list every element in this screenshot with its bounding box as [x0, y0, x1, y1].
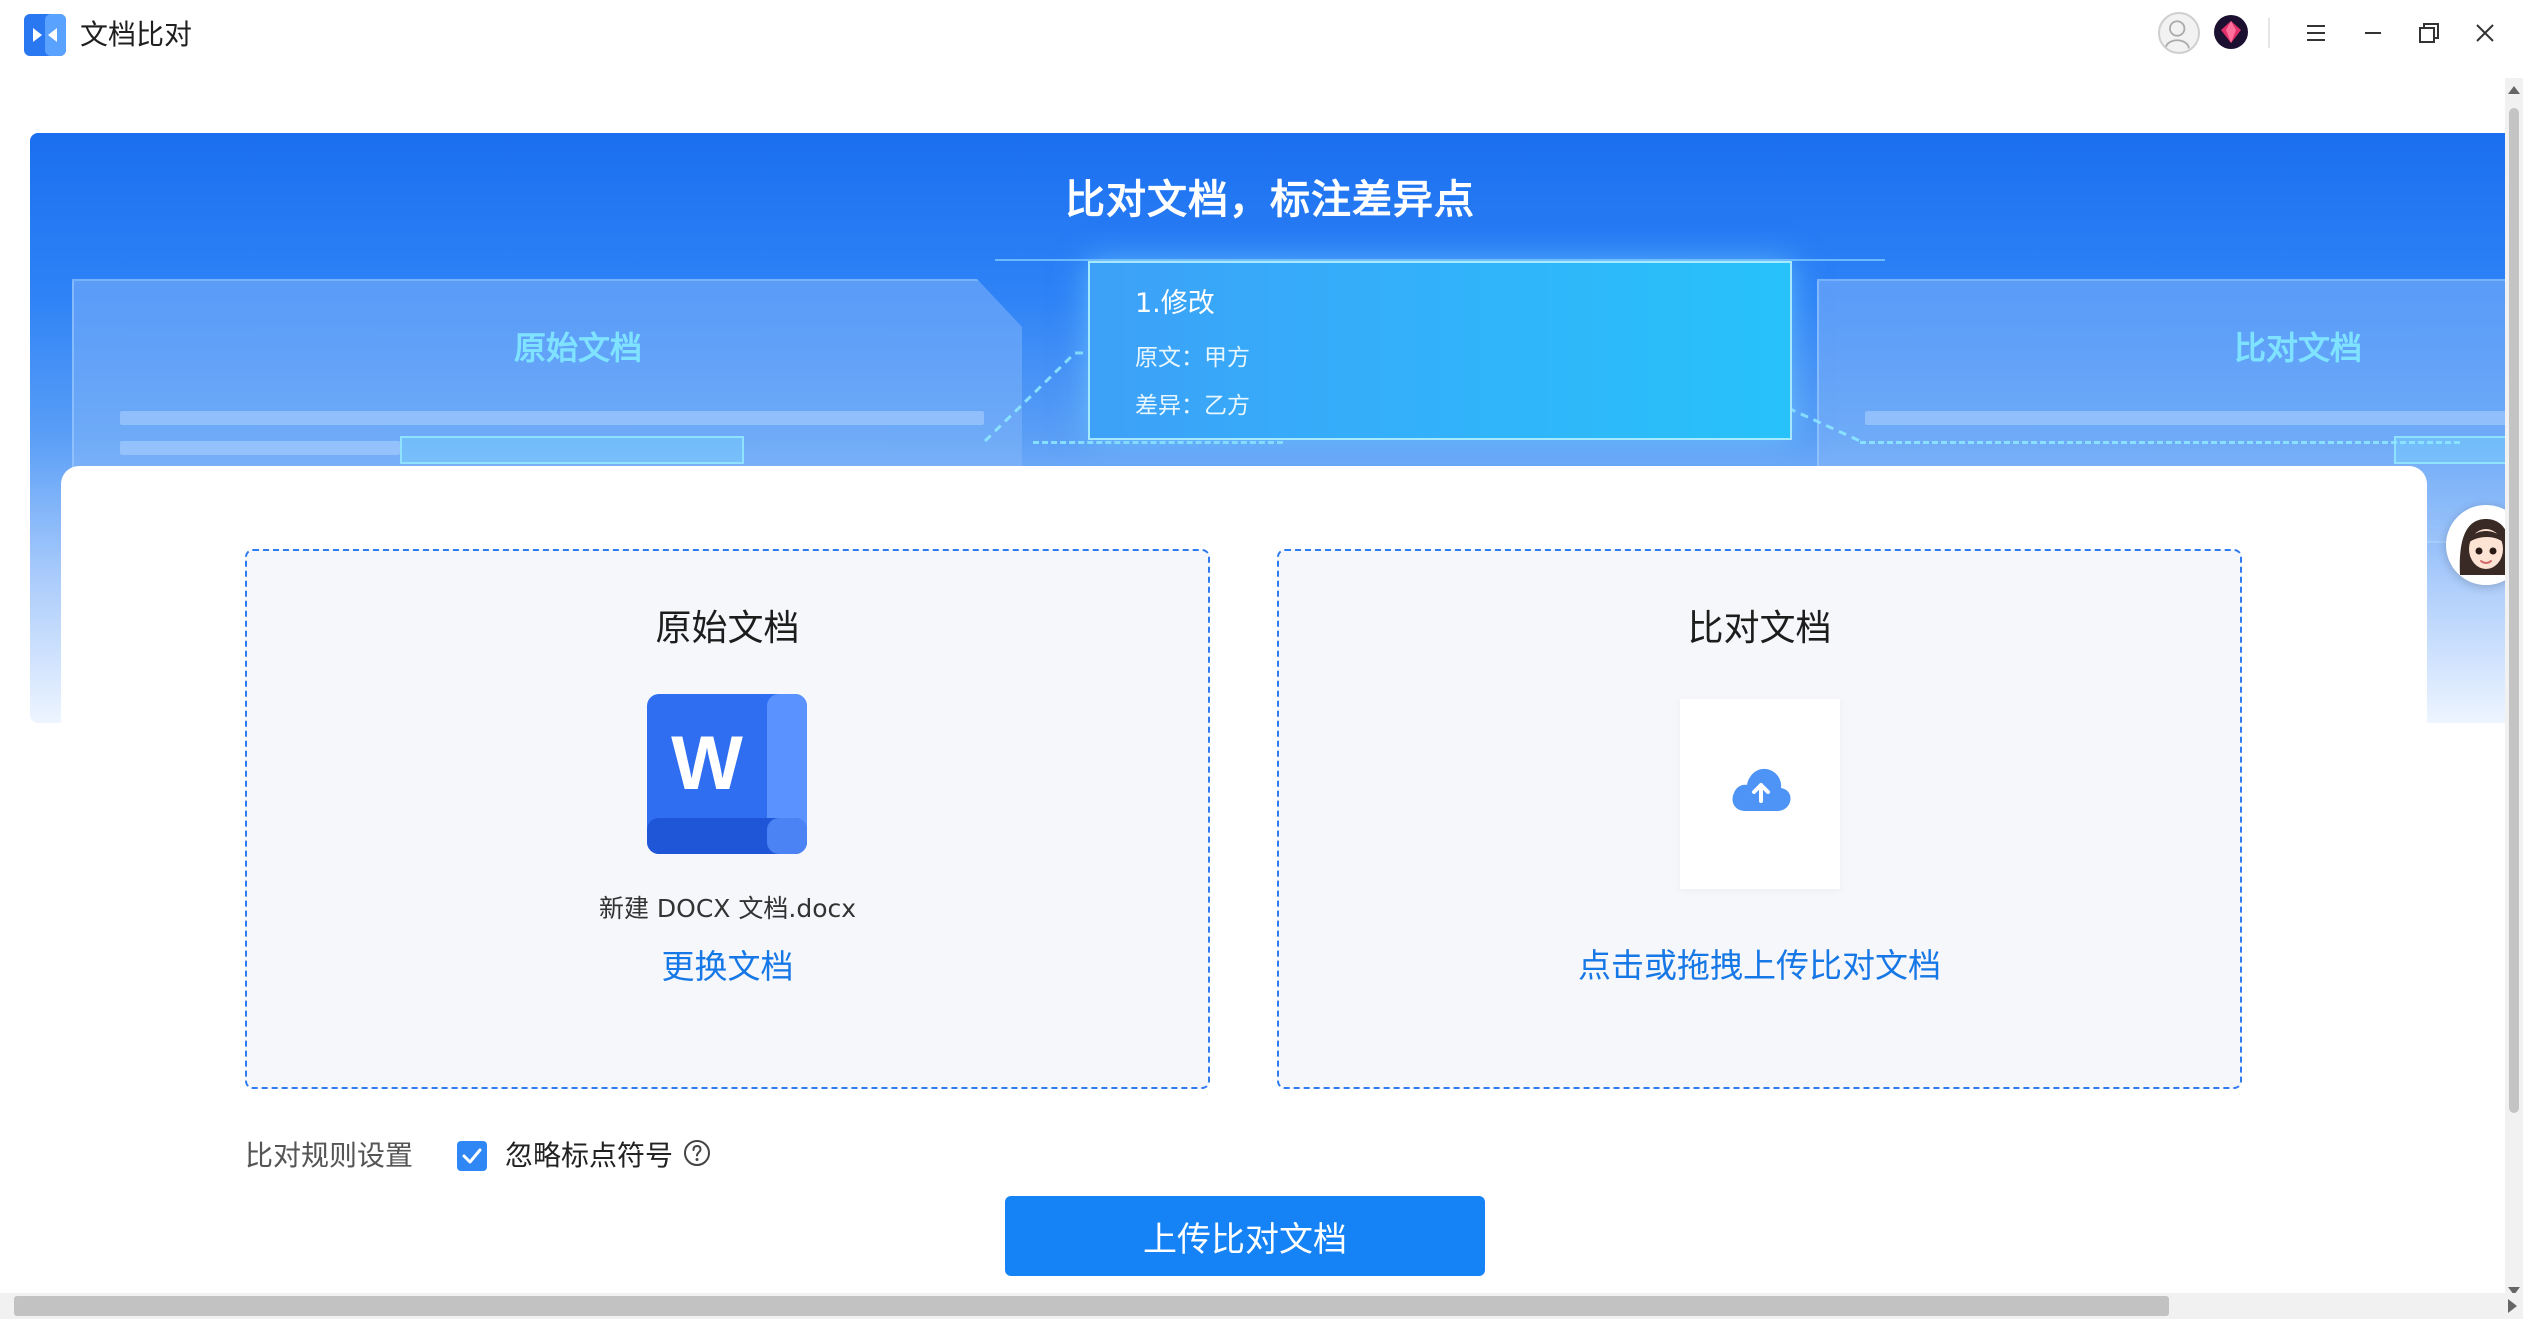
scroll-up-arrow-icon[interactable] [2508, 86, 2520, 94]
cloud-upload-icon [1732, 768, 1791, 811]
app-title: 文档比对 [80, 18, 193, 51]
compare-doc-dropzone[interactable]: 比对文档 点击或拖拽上传比对文档 [1277, 549, 2242, 1089]
restore-icon [2419, 23, 2439, 43]
horizontal-scrollbar[interactable] [0, 1293, 2523, 1319]
ignore-punctuation-label[interactable]: 忽略标点符号 [505, 1134, 673, 1174]
banner-highlight-mark [400, 436, 744, 464]
diff-popup-title: 1.修改 [1135, 288, 1215, 319]
replace-document-link[interactable]: 更换文档 [247, 940, 1208, 988]
original-doc-title: 原始文档 [655, 608, 800, 649]
banner-text-line [120, 411, 984, 425]
diff-popup-original: 原文：甲方 [1135, 345, 1250, 371]
vip-gem-icon[interactable] [2213, 14, 2249, 50]
upload-area[interactable] [1680, 699, 1840, 889]
compare-doc-title: 比对文档 [1687, 608, 1832, 649]
menu-button[interactable] [2293, 10, 2339, 56]
banner-compare-label: 比对文档 [2234, 329, 2363, 367]
vertical-scroll-thumb[interactable] [2509, 108, 2519, 1113]
menu-icon [2307, 25, 2325, 41]
banner-title: 比对文档，标注差异点 [1065, 177, 1475, 223]
title-bar: 文档比对 [0, 0, 2523, 70]
restore-button[interactable] [2406, 10, 2452, 56]
check-icon [462, 1148, 482, 1164]
close-button[interactable] [2462, 10, 2508, 56]
word-file-letter: W [671, 721, 743, 806]
user-avatar-icon[interactable] [2158, 12, 2200, 54]
vertical-scrollbar[interactable] [2505, 78, 2523, 1301]
horizontal-scroll-thumb[interactable] [14, 1296, 2169, 1316]
main-card: 原始文档 W 新建 DOCX 文档.docx 更换文档 比对文档 点击或拖拽上传… [61, 466, 2427, 1319]
app-logo-icon [24, 14, 66, 56]
diff-popup-difference: 差异：乙方 [1135, 393, 1250, 419]
close-icon [2476, 24, 2494, 42]
help-question-icon[interactable] [683, 1139, 711, 1167]
compare-rules-label: 比对规则设置 [245, 1139, 414, 1172]
upload-compare-button[interactable]: 上传比对文档 [1005, 1196, 1485, 1276]
diff-popup-card: 1.修改 原文：甲方 差异：乙方 [1088, 261, 1792, 440]
original-file-name: 新建 DOCX 文档.docx [598, 894, 857, 923]
minimize-icon [2365, 32, 2381, 34]
banner-original-label: 原始文档 [514, 329, 643, 367]
scroll-right-arrow-icon[interactable] [2508, 1299, 2517, 1313]
ignore-punctuation-checkbox[interactable] [457, 1141, 487, 1171]
upload-compare-link[interactable]: 点击或拖拽上传比对文档 [1279, 939, 2240, 987]
minimize-button[interactable] [2350, 10, 2396, 56]
banner-text-line [120, 441, 400, 455]
word-file-icon: W [647, 694, 807, 854]
title-bar-divider [2268, 18, 2270, 48]
original-doc-dropzone[interactable]: 原始文档 W 新建 DOCX 文档.docx 更换文档 [245, 549, 1210, 1089]
